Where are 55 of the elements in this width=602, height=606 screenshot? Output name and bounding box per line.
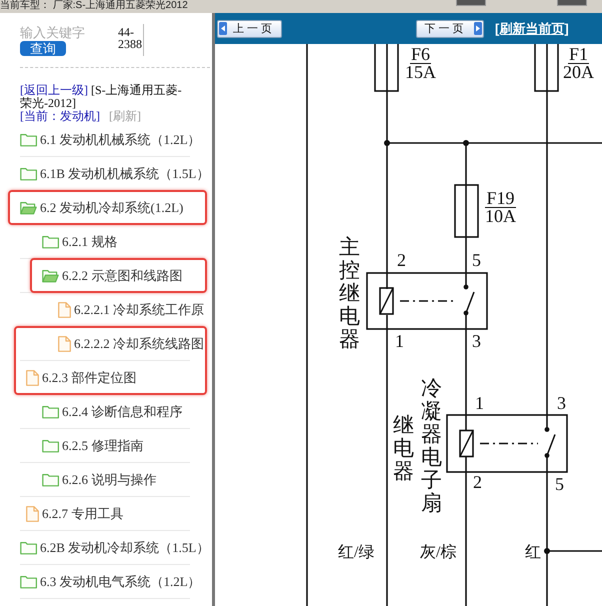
- refresh-page-link[interactable]: [刷新当前页]: [495, 18, 569, 38]
- relay-label: 继电器: [393, 414, 414, 484]
- wire-color-label: 红: [525, 545, 541, 561]
- wire-color-label: 灰/棕: [420, 545, 456, 561]
- tree-item[interactable]: 6.3 发动机电气系统（1.2L）: [20, 574, 201, 590]
- file-icon: [58, 336, 71, 352]
- fuse-rating: 15A: [405, 64, 436, 81]
- tree-item[interactable]: 6.2.5 修理指南: [42, 438, 144, 454]
- wire-color-label: 红/绿: [338, 545, 374, 561]
- current-location-text: [当前：发动机]: [20, 110, 100, 123]
- tree-item[interactable]: 6.2.3 部件定位图: [26, 370, 136, 386]
- tree-item[interactable]: 6.2 发动机冷却系统(1.2L): [20, 200, 184, 216]
- pin-number: 1: [395, 332, 404, 350]
- pin-number: 3: [472, 332, 481, 350]
- file-icon: [26, 506, 39, 522]
- file-icon: [26, 370, 39, 386]
- tree-item[interactable]: 6.2.2.1 冷却系统工作原: [58, 302, 204, 318]
- pin-number: 2: [473, 473, 482, 491]
- tree-item[interactable]: 6.2.2.2 冷却系统线路图: [58, 336, 204, 352]
- fuse-name: F1: [568, 46, 589, 64]
- tree-item[interactable]: 6.2.6 说明与操作: [42, 472, 156, 488]
- pin-number: 5: [555, 475, 564, 493]
- fuse-rating: 20A: [563, 64, 594, 81]
- pin-number: 3: [557, 394, 566, 412]
- pin-number: 2: [397, 251, 406, 269]
- next-page-button[interactable]: 下一页: [416, 20, 484, 38]
- tree-item[interactable]: 6.1B 发动机机械系统（1.5L）: [20, 166, 210, 182]
- tree-item[interactable]: 6.2B 发动机冷却系统（1.5L）: [20, 540, 210, 556]
- fuse-name: F19: [485, 190, 516, 208]
- relay-label: 主控继电器: [339, 236, 360, 352]
- code-text: 44-2388: [118, 24, 144, 56]
- fuse-name: F6: [410, 46, 431, 64]
- tree-item[interactable]: 6.2.1 规格: [42, 234, 118, 250]
- junction-dot: [544, 548, 550, 554]
- breadcrumb-path: [返回上一级] [S-上海通用五菱-荣光-2012]: [20, 84, 183, 110]
- pin-number: 5: [472, 251, 481, 269]
- tree-item[interactable]: 6.1 发动机机械系统（1.2L）: [20, 132, 201, 148]
- fuse-symbol: [454, 184, 479, 238]
- toolbar-button[interactable]: [456, 0, 486, 6]
- junction-dot: [463, 140, 469, 146]
- fuse-symbol: [374, 44, 399, 92]
- search-field[interactable]: 输入关键字: [20, 24, 115, 41]
- previous-page-button[interactable]: 上一页: [217, 20, 282, 38]
- fuse-rating: 10A: [485, 208, 516, 225]
- relay-label: 冷凝器电子扇: [421, 377, 442, 516]
- pin-number: 1: [475, 394, 484, 412]
- toolbar-button[interactable]: [557, 0, 587, 6]
- junction-dot: [384, 140, 390, 146]
- file-icon: [58, 302, 71, 318]
- tree-item[interactable]: 6.2.7 专用工具: [26, 506, 124, 522]
- back-link[interactable]: [返回上一级]: [20, 83, 88, 97]
- tree-item[interactable]: 6.2.2 示意图和线路图: [42, 268, 182, 284]
- search-button[interactable]: 查询: [20, 41, 66, 56]
- fuse-symbol: [534, 44, 559, 92]
- tree-item[interactable]: 6.2.4 诊断信息和程序: [42, 404, 182, 420]
